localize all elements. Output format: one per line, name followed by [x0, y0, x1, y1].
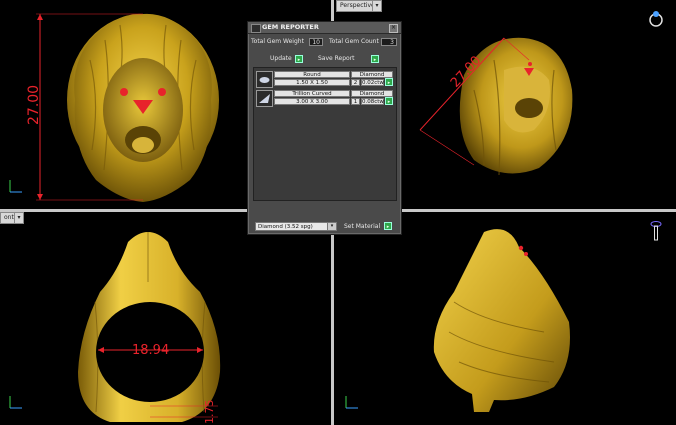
gem-row[interactable]: Round Diamond 1.50 X 1.50 2 0.02ctw ▸ — [255, 70, 394, 88]
gem-select-button[interactable]: ▸ — [385, 97, 393, 105]
gem-material: Diamond — [351, 90, 393, 97]
gem-weight: 0.08ctw — [361, 98, 384, 105]
trillion-gem-thumbnail — [256, 90, 273, 107]
total-gem-weight-field[interactable]: 10 — [309, 38, 323, 46]
gem-select-button[interactable]: ▸ — [385, 78, 393, 86]
material-select-value: Diamond (3.52 spg) — [258, 224, 313, 230]
gem-material: Diamond — [351, 71, 393, 78]
lion-ring-side-render — [345, 221, 662, 412]
gem-reporter-panel[interactable]: GEM REPORTER × Total Gem Weight 10 Total… — [247, 21, 402, 235]
close-icon[interactable]: × — [389, 24, 398, 33]
gem-row[interactable]: Trillion Curved Diamond 3.00 X 3.00 1 0.… — [255, 89, 394, 107]
save-report-button[interactable]: ▸ — [371, 55, 379, 63]
gem-count: 1 — [351, 98, 360, 105]
viewport-bottom-left[interactable]: 18.94 1.75 ont ▾ — [0, 212, 331, 425]
update-button[interactable]: ▸ — [295, 55, 303, 63]
viewport-menu-arrow-icon-front[interactable]: ▾ — [14, 212, 24, 224]
axis-gizmo-icon — [9, 180, 22, 193]
height-dimension-label: 27.00 — [26, 85, 42, 125]
gem-size: 1.50 X 1.50 — [274, 79, 350, 86]
chevron-down-icon[interactable]: ▾ — [327, 223, 336, 230]
gem-list[interactable]: Round Diamond 1.50 X 1.50 2 0.02ctw ▸ Tr… — [253, 67, 397, 201]
gem-size: 3.00 X 3.00 — [274, 98, 350, 105]
gem-shape: Trillion Curved — [274, 90, 350, 97]
axis-gizmo-icon-bottom-left — [9, 396, 22, 409]
total-gem-weight-label: Total Gem Weight — [251, 38, 304, 45]
gem-shape: Round — [274, 71, 350, 78]
update-label: Update — [270, 55, 292, 62]
lion-ring-front-ring-render: 18.94 1.75 — [9, 232, 221, 425]
set-material-label: Set Material — [344, 223, 381, 230]
gem-weight: 0.02ctw — [361, 79, 384, 86]
gem-reporter-icon — [251, 24, 261, 33]
save-report-label: Save Report — [318, 55, 355, 62]
ring-thickness-dimension-label: 1.75 — [203, 400, 216, 425]
viewport-menu-arrow-icon[interactable]: ▾ — [372, 0, 382, 12]
viewport-bottom-right[interactable] — [334, 212, 676, 425]
pen-tool-icon — [650, 221, 662, 241]
total-gem-count-field[interactable]: 3 — [381, 38, 397, 46]
material-select[interactable]: Diamond (3.52 spg) ▾ — [255, 222, 337, 231]
gem-reporter-titlebar[interactable]: GEM REPORTER × — [248, 22, 401, 34]
ring-view-icon — [649, 11, 663, 27]
ring-width-dimension-label: 18.94 — [132, 343, 169, 358]
set-material-button[interactable]: ▸ — [384, 222, 392, 230]
gem-reporter-title: GEM REPORTER — [262, 23, 319, 31]
total-gem-count-label: Total Gem Count — [329, 38, 379, 45]
gem-count: 2 — [351, 79, 360, 86]
axis-gizmo-icon-bottom-right — [345, 396, 358, 409]
round-gem-thumbnail — [256, 71, 273, 88]
